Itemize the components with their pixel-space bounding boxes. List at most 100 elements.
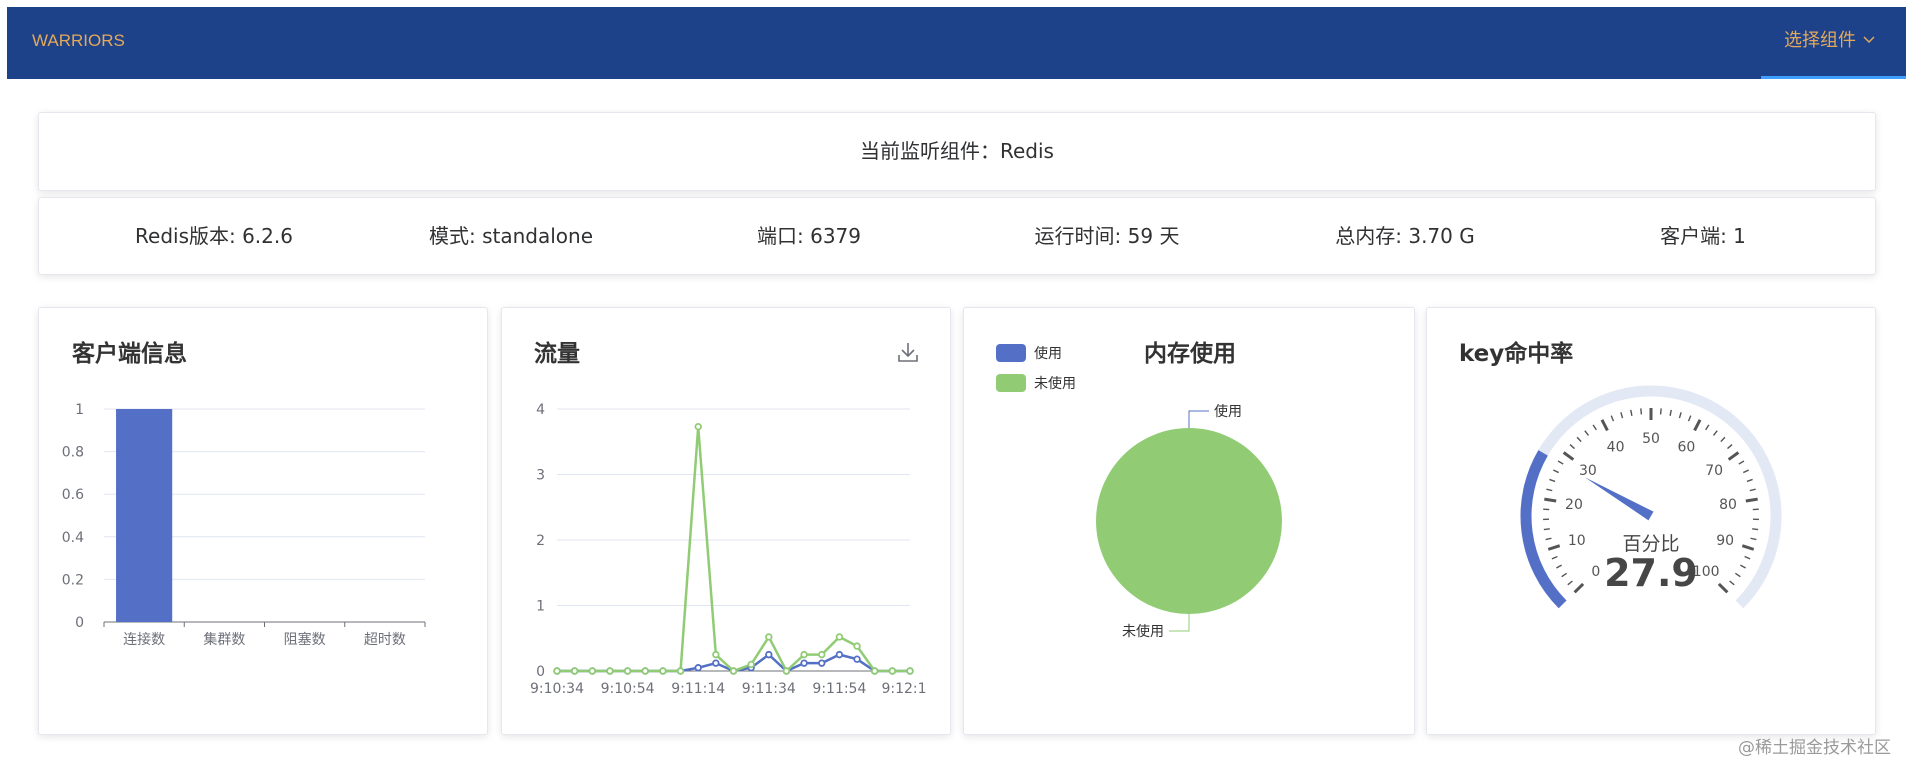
data-point (676, 667, 685, 675)
y-tick-label: 0.6 (62, 487, 84, 503)
memory-pie-chart: 使用未使用使用未使用 (996, 344, 1282, 640)
gauge-tick (1742, 469, 1750, 474)
client-info-card: 客户端信息 0 0.2 0.4 0.6 0.8 1 连接数 集群数 阻塞数 超时数 (38, 307, 488, 735)
data-point (853, 655, 861, 663)
x-tick-label: 集群数 (203, 631, 245, 648)
y-tick-label: 0.8 (62, 445, 84, 461)
gauge-tick (1640, 408, 1643, 415)
pie-slice (1096, 428, 1282, 614)
y-tick-label: 1 (536, 599, 545, 615)
gauge-progress (1520, 450, 1567, 609)
x-tick-label: 9:11:54 (812, 681, 866, 697)
gauge-tick (1567, 580, 1573, 586)
gauge-tick (1576, 436, 1582, 443)
data-point (765, 650, 773, 659)
y-tick-label: 0.4 (62, 530, 84, 546)
pie-label: 未使用 (1122, 623, 1164, 640)
active-underline (1761, 76, 1906, 79)
pie-label-line (1188, 410, 1209, 428)
gauge-tick (1561, 572, 1568, 578)
legend-label: 未使用 (1034, 375, 1076, 392)
gauge-tick-label: 0 (1591, 564, 1600, 580)
gauge-tick (1659, 408, 1662, 415)
data-point (871, 667, 879, 675)
gauge-pointer (1584, 477, 1654, 521)
data-point (623, 667, 632, 675)
y-tick-label: 2 (536, 533, 545, 549)
legend-swatch (996, 374, 1026, 392)
gauge-tick (1729, 580, 1735, 586)
y-tick-label: 0 (536, 664, 545, 680)
hitrate-gauge: 0102030405060708090100百分比27.9 (1520, 385, 1782, 609)
data-point (765, 633, 773, 641)
series-line (557, 426, 910, 674)
data-point (712, 650, 720, 659)
top-navbar: WARRIORS 选择组件 (7, 7, 1906, 79)
gauge-tick-label: 40 (1607, 440, 1625, 456)
x-tick-label: 9:11:34 (742, 681, 796, 697)
gauge-tick (1741, 544, 1755, 551)
gauge-tick-label: 90 (1716, 533, 1734, 549)
gauge-tick-label: 20 (1565, 497, 1583, 513)
gauge-tick (1557, 460, 1564, 465)
y-tick-label: 0 (75, 615, 84, 631)
client-bar-chart: 0 0.2 0.4 0.6 0.8 1 连接数 集群数 阻塞数 超时数 (62, 402, 426, 648)
chevron-down-icon (1863, 36, 1875, 44)
x-tick-label: 阻塞数 (284, 631, 326, 648)
gauge-tick-label: 10 (1568, 533, 1586, 549)
data-point (747, 660, 755, 669)
gauge-tick (1562, 451, 1575, 461)
current-component-panel: 当前监听组件：Redis (38, 112, 1876, 191)
data-point (835, 633, 844, 641)
gauge-tick-label: 50 (1642, 431, 1660, 447)
gauge-tick (1547, 544, 1561, 551)
data-point (888, 667, 897, 675)
gauge-tick (1712, 430, 1718, 436)
y-tick-label: 3 (536, 468, 545, 484)
gauge-tick (1543, 528, 1550, 531)
data-point (694, 664, 702, 672)
gauge-tick (1584, 430, 1590, 436)
gauge-tick (1705, 424, 1710, 431)
y-tick-label: 0.2 (62, 572, 84, 588)
y-tick-label: 4 (536, 402, 545, 418)
gauge-tick-label: 30 (1579, 463, 1597, 479)
gauge-tick (1549, 478, 1556, 483)
gauge-tick (1740, 564, 1746, 569)
data-point (853, 642, 861, 650)
gauge-tick (1669, 409, 1672, 416)
data-point (782, 667, 791, 675)
select-component-label[interactable]: 选择组件 (1784, 7, 1856, 75)
gauge-tick (1752, 528, 1759, 531)
gauge-tick-label: 80 (1719, 497, 1737, 513)
data-point (606, 667, 614, 675)
gauge-tick (1745, 497, 1758, 503)
y-tick-label: 1 (75, 402, 84, 418)
gauge-tick (1545, 537, 1552, 541)
data-point (800, 650, 808, 659)
gauge-tick (1717, 582, 1729, 594)
data-point (588, 667, 596, 675)
gauge-tick (1546, 488, 1553, 492)
gauge-tick (1687, 415, 1692, 422)
data-point (659, 667, 667, 675)
gauge-tick (1720, 436, 1726, 443)
gauge-tick (1727, 451, 1740, 461)
gauge-tick (1556, 564, 1562, 569)
gauge-tick (1569, 444, 1575, 450)
info-memory: 总内存: 3.70 G (1335, 224, 1475, 248)
select-component-menu[interactable]: 选择组件 (1761, 7, 1906, 79)
data-point (906, 667, 914, 675)
data-point (729, 667, 738, 675)
legend-label: 使用 (1034, 345, 1062, 362)
data-point (818, 650, 826, 659)
x-tick-label: 9:11:14 (671, 681, 725, 697)
brand-title[interactable]: WARRIORS (32, 7, 125, 75)
gauge-value: 27.9 (1604, 551, 1698, 595)
data-point (800, 659, 808, 667)
gauge-tick (1620, 412, 1624, 419)
gauge-tick (1749, 488, 1756, 492)
x-tick-label: 连接数 (123, 631, 165, 648)
gauge-tick (1630, 409, 1633, 416)
traffic-card: 流量 0 1 2 3 4 9:10:34 9:10:54 9:11:14 9:11:34 9:11… (501, 307, 951, 735)
